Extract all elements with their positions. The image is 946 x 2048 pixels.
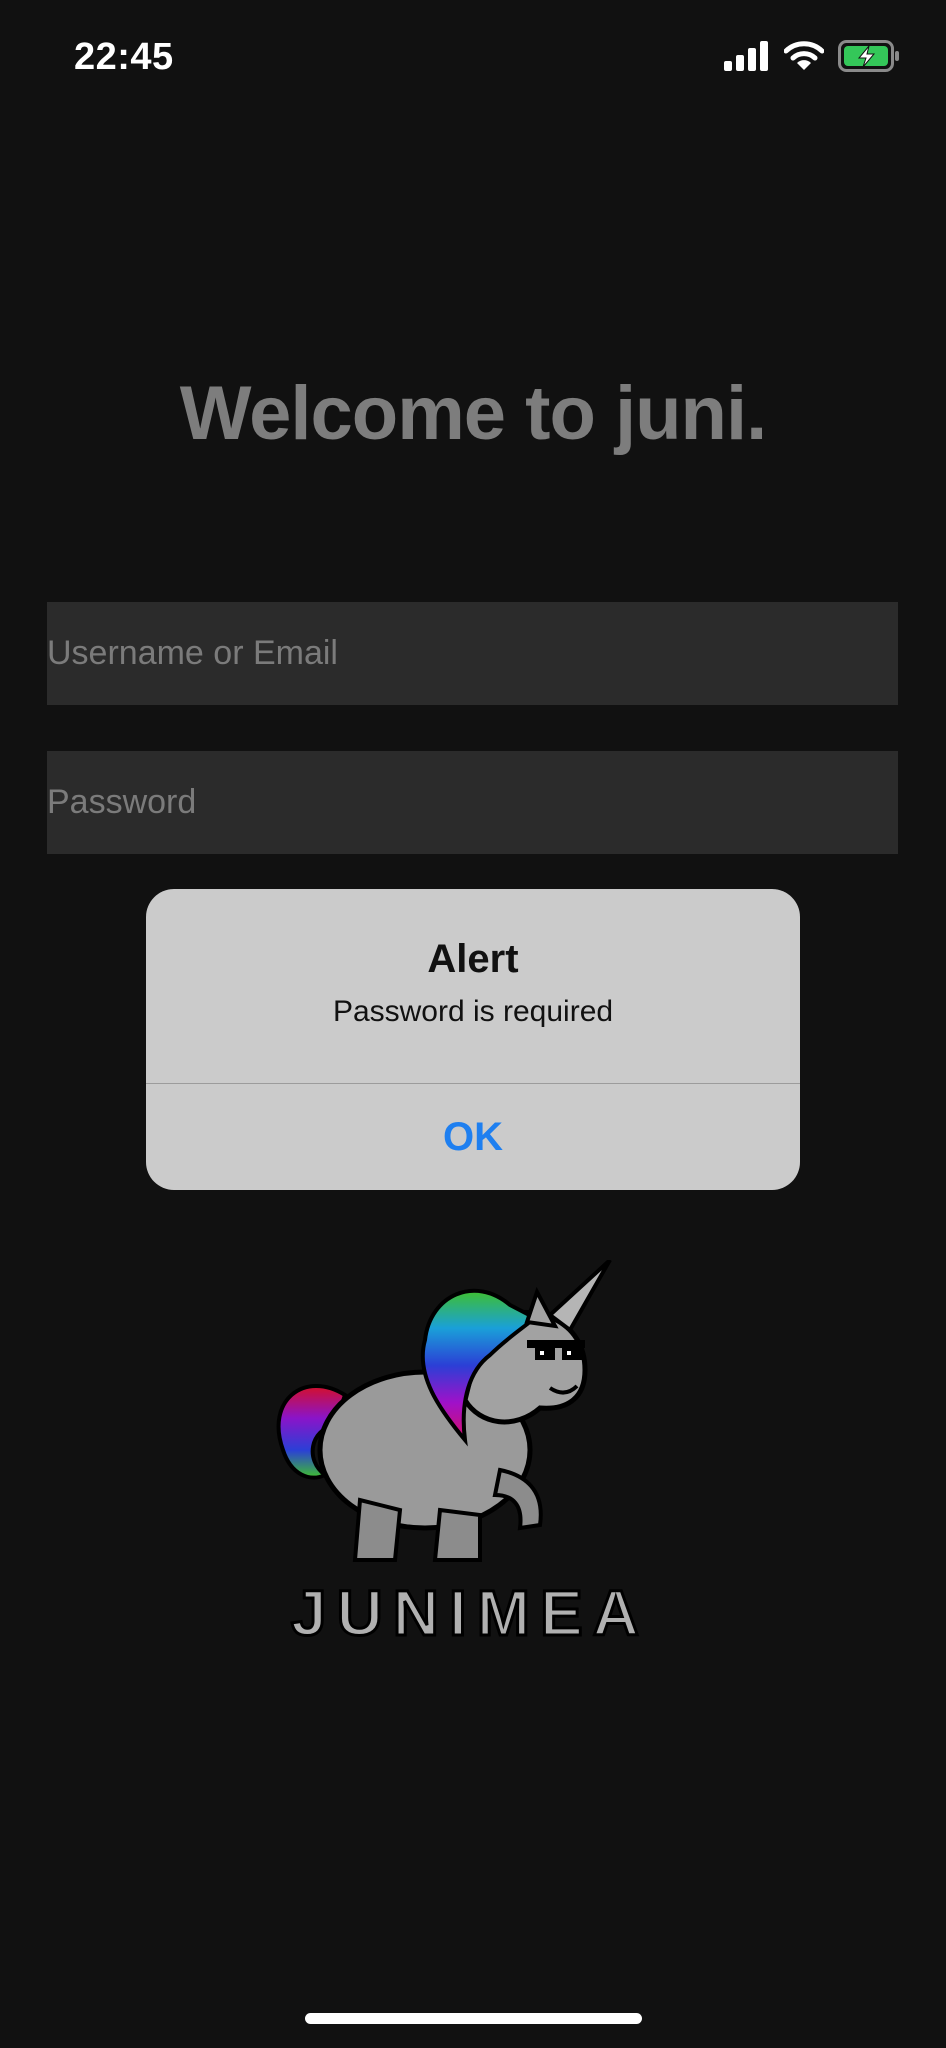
home-indicator xyxy=(305,2013,642,2024)
alert-message: Password is required xyxy=(332,995,614,1028)
welcome-title: Welcome to juni. xyxy=(179,371,767,456)
username-email-field[interactable] xyxy=(47,602,898,705)
ok-button[interactable]: OK xyxy=(146,1084,800,1190)
unicorn-mascot-logo: JUNIMEA xyxy=(276,1260,649,1651)
logo-text: JUNIMEA xyxy=(291,1577,649,1649)
alert-dialog: Alert Password is required OK xyxy=(146,889,800,1190)
alert-title: Alert xyxy=(427,937,519,981)
password-field[interactable] xyxy=(47,751,898,854)
